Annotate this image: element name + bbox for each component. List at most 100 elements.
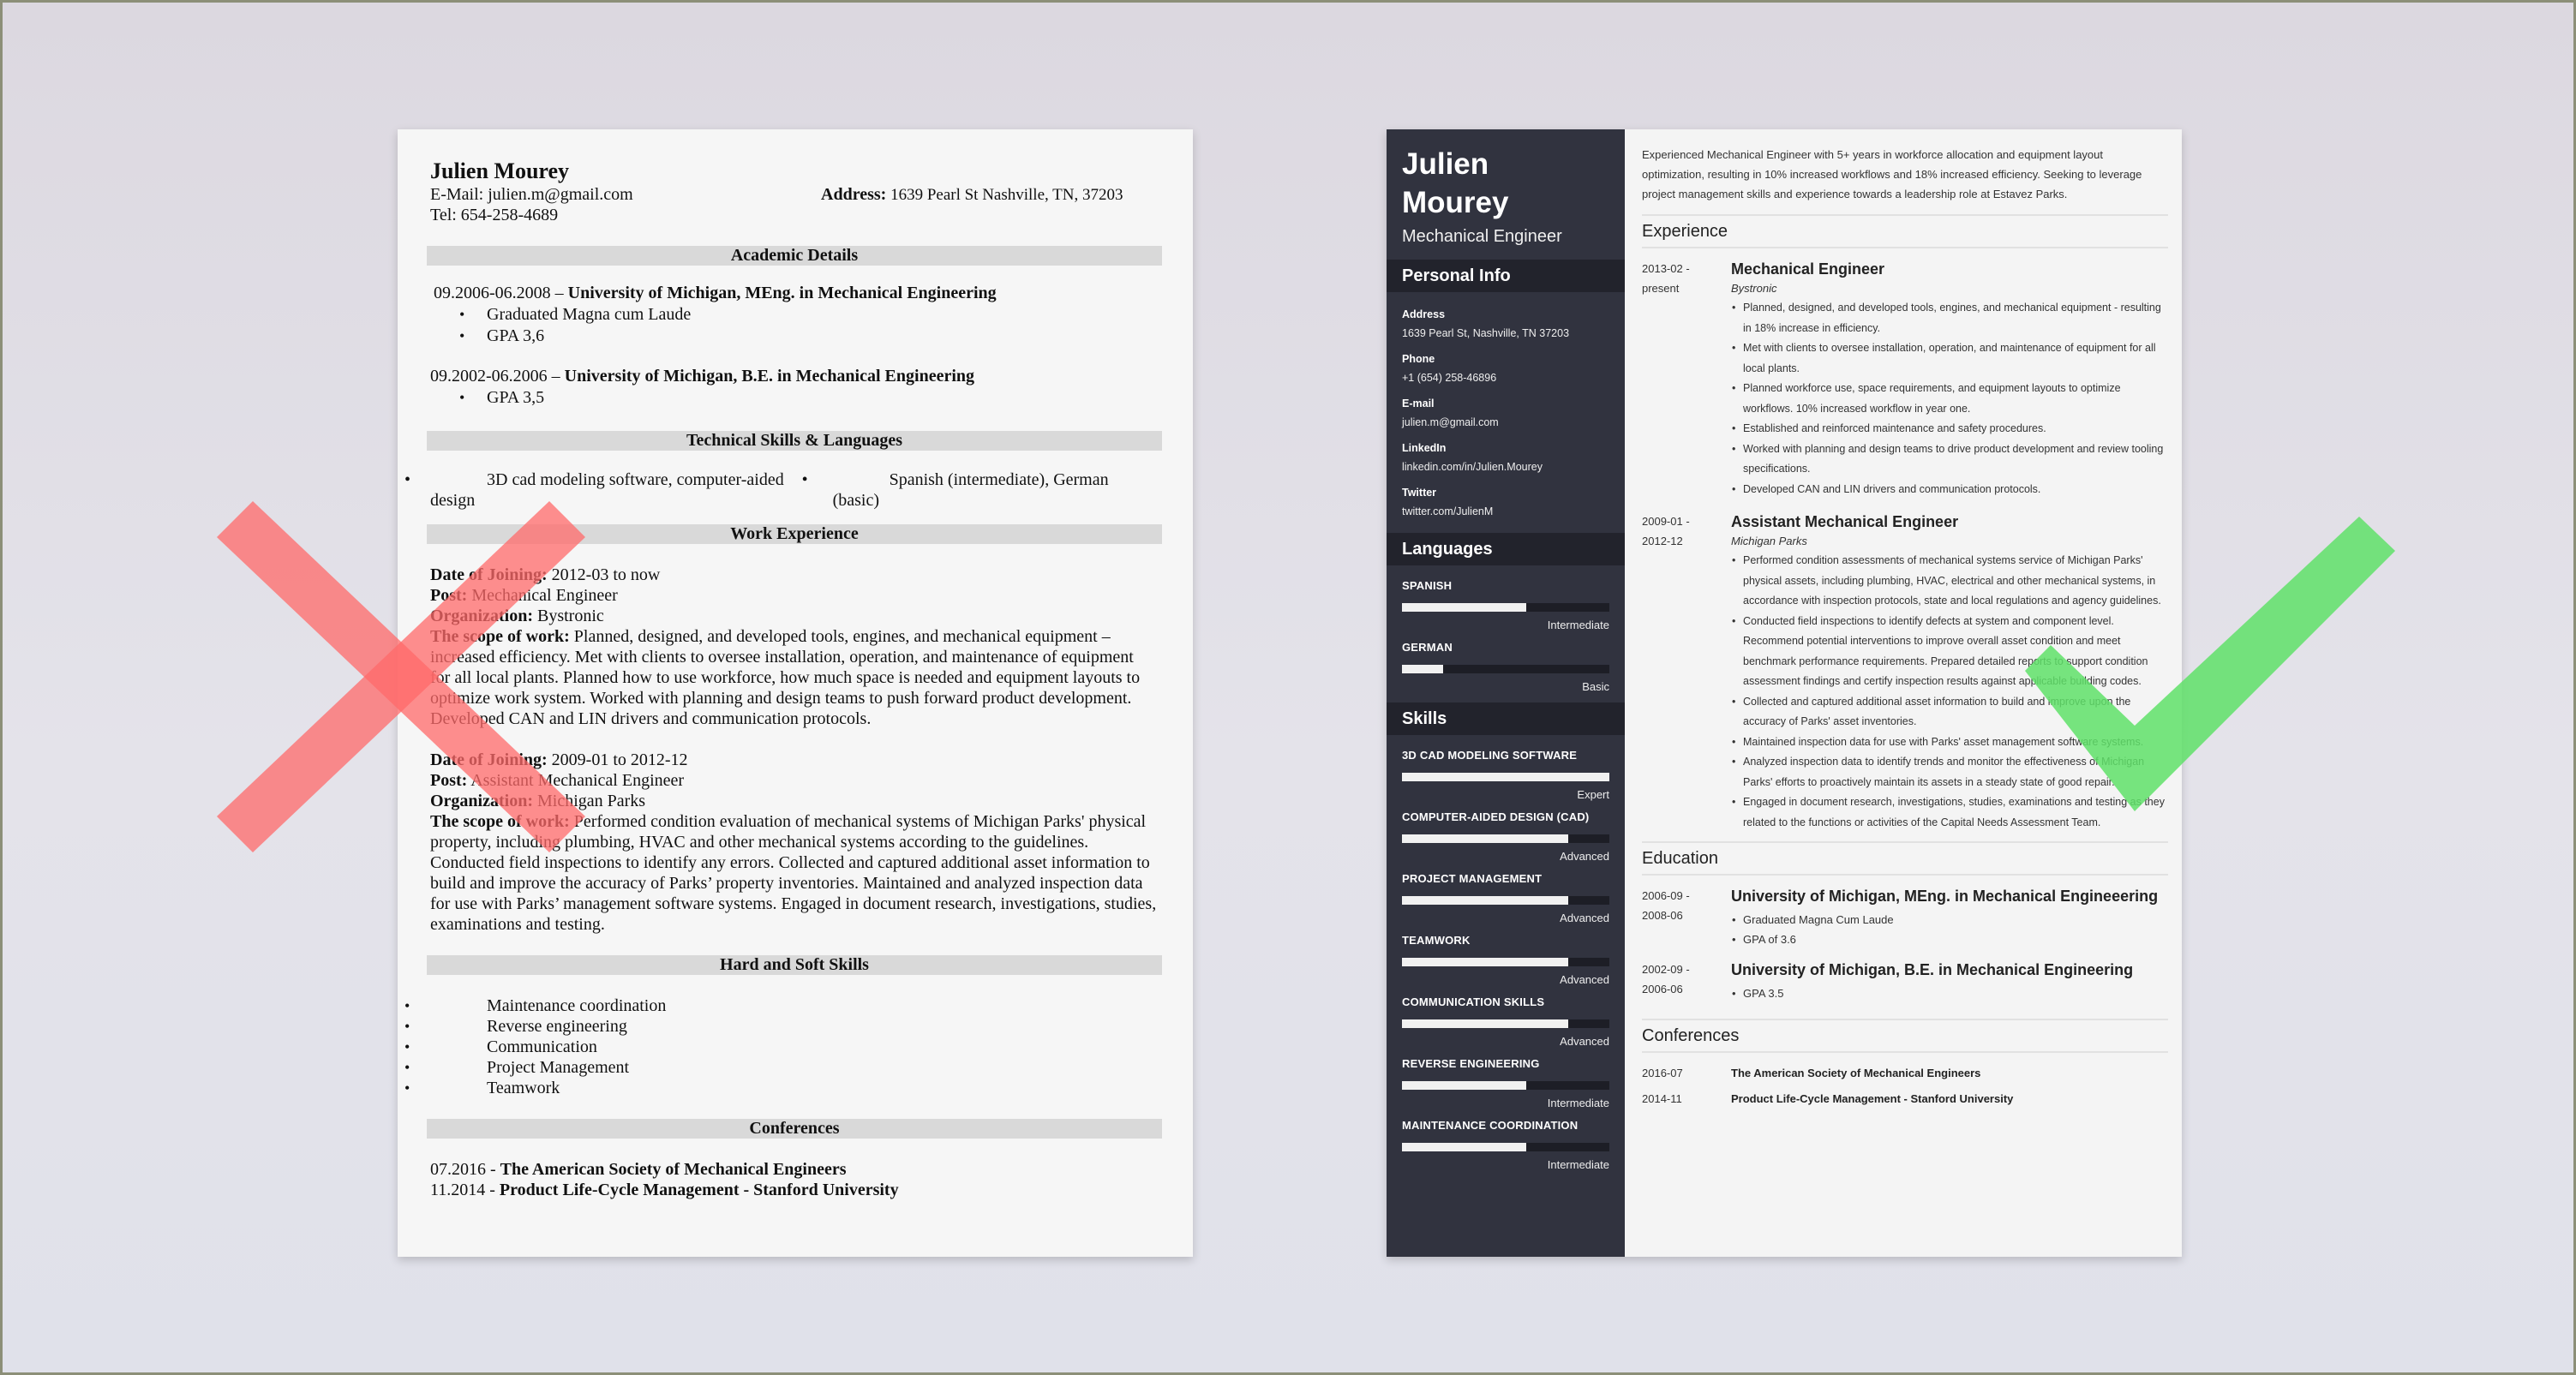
left-tel: Tel: 654-258-4689 bbox=[430, 206, 559, 224]
level-bar bbox=[1402, 1081, 1609, 1090]
education-bullets: GPA 3.5 bbox=[1731, 983, 2168, 1003]
skill-item: COMMUNICATION SKILLS Advanced bbox=[1402, 995, 1609, 1049]
job-bullet: Analyzed inspection data to identify tre… bbox=[1731, 752, 2168, 792]
education-bullet: GPA of 3.6 bbox=[1731, 930, 2168, 949]
left-edu-dates: 09.2002-06.2006 – bbox=[430, 367, 565, 386]
conference-date: 2014-11 bbox=[1642, 1092, 1682, 1105]
level-bar-fill bbox=[1402, 896, 1568, 905]
job-date-end: present bbox=[1642, 282, 1680, 295]
conf-date: 07.2016 - bbox=[430, 1160, 500, 1179]
value: Assistant Mechanical Engineer bbox=[467, 771, 685, 790]
sidebar-job-title: Mechanical Engineer bbox=[1402, 227, 1562, 246]
skill-item-name: COMMUNICATION SKILLS bbox=[1402, 995, 1545, 1008]
left-section-conferences: Conferences bbox=[427, 1119, 1162, 1139]
info-value-phone: +1 (654) 258-46896 bbox=[1402, 372, 1497, 384]
label: Date of Joining: bbox=[430, 750, 548, 769]
languages-heading: Languages bbox=[1387, 533, 1625, 565]
conference-title: The American Society of Mechanical Engin… bbox=[1731, 1067, 1981, 1079]
edu-date-end: 2006-06 bbox=[1642, 983, 1683, 995]
job-bullet: Planned, designed, and developed tools, … bbox=[1731, 298, 2168, 338]
skill-item-name: MAINTENANCE COORDINATION bbox=[1402, 1119, 1579, 1132]
left-edu-dates: 09.2006-06.2008 – bbox=[434, 284, 568, 302]
info-label-address: Address bbox=[1402, 308, 1446, 320]
level-bar bbox=[1402, 1019, 1609, 1028]
job-dates: 2009-01 - 2012-12 bbox=[1642, 511, 1731, 833]
language-item-level: Intermediate bbox=[1547, 619, 1609, 631]
value: 2009-01 to 2012-12 bbox=[547, 750, 688, 769]
left-education-item: 09.2002-06.2006 – University of Michigan… bbox=[430, 366, 1157, 409]
education-title: University of Michigan, MEng. in Mechani… bbox=[1731, 888, 2159, 905]
conf-title: Product Life-Cycle Management - Stanford… bbox=[499, 1181, 899, 1199]
skill-item-level: Intermediate bbox=[1547, 1097, 1609, 1109]
education-dates: 2002-09 - 2006-06 bbox=[1642, 960, 1731, 1003]
job-body: Assistant Mechanical Engineer Michigan Pa… bbox=[1731, 511, 2168, 833]
job-bullet: Conducted field inspections to identify … bbox=[1731, 612, 2168, 692]
conf-date: 11.2014 - bbox=[430, 1181, 500, 1199]
left-section-work: Work Experience bbox=[427, 524, 1162, 544]
left-edu-title: University of Michigan, B.E. in Mechanic… bbox=[564, 367, 975, 386]
experience-list: 2013-02 - present Mechanical Engineer Bystr… bbox=[1642, 259, 2168, 833]
skill-item: REVERSE ENGINEERING Intermediate bbox=[1402, 1057, 1609, 1110]
info-value-email: julien.m@gmail.com bbox=[1402, 416, 1499, 428]
level-bar bbox=[1402, 896, 1609, 905]
job-bullet: Met with clients to oversee installation… bbox=[1731, 338, 2168, 379]
left-skill-item: Reverse engineering bbox=[404, 1016, 1157, 1037]
skill-item-level: Intermediate bbox=[1547, 1158, 1609, 1171]
job-bullet: Maintained inspection data for use with … bbox=[1731, 732, 2168, 753]
left-skill-item: Project Management bbox=[404, 1057, 1157, 1078]
value: 2012-03 to now bbox=[547, 565, 661, 584]
job-bullet: Collected and captured additional asset … bbox=[1731, 692, 2168, 732]
conferences-heading: Conferences bbox=[1642, 1019, 2168, 1053]
left-tech-item: Spanish (intermediate), German (basic) bbox=[832, 470, 1109, 510]
personal-info-heading: Personal Info bbox=[1387, 260, 1625, 292]
sidebar-name: Julien Mourey bbox=[1387, 129, 1625, 222]
left-conferences: 07.2016 - The American Society of Mechan… bbox=[430, 1159, 1157, 1200]
level-bar bbox=[1402, 603, 1609, 612]
left-education-item: 09.2006-06.2008 – University of Michigan… bbox=[430, 283, 1157, 347]
level-bar-fill bbox=[1402, 773, 1609, 781]
left-tech-skills: • 3D cad modeling software, computer-aid… bbox=[404, 469, 1157, 511]
resume-wrong-example: Julien Mourey E-Mail: julien.m@gmail.com… bbox=[398, 129, 1193, 1257]
left-skill-item: Maintenance coordination bbox=[404, 995, 1157, 1016]
job-title: Mechanical Engineer bbox=[1731, 260, 1885, 278]
skill-item-name: 3D CAD MODELING SOFTWARE bbox=[1402, 749, 1578, 762]
level-bar-fill bbox=[1402, 958, 1568, 966]
job-bullet: Worked with planning and design teams to… bbox=[1731, 439, 2168, 480]
conf-title: The American Society of Mechanical Engin… bbox=[500, 1160, 847, 1179]
edu-date-start: 2002-09 - bbox=[1642, 963, 1690, 976]
left-edu-title: University of Michigan, MEng. in Mechani… bbox=[567, 284, 997, 302]
bullet-icon: • bbox=[404, 470, 411, 489]
skill-item: 3D CAD MODELING SOFTWARE Expert bbox=[1402, 749, 1609, 802]
left-edu-bullet: GPA 3,5 bbox=[459, 387, 1157, 409]
left-address-label: Address: bbox=[821, 185, 887, 204]
level-bar bbox=[1402, 958, 1609, 966]
language-item-level: Basic bbox=[1582, 680, 1609, 693]
skill-item: TEAMWORK Advanced bbox=[1402, 934, 1609, 987]
language-item-name: SPANISH bbox=[1402, 579, 1453, 592]
skill-item: MAINTENANCE COORDINATION Intermediate bbox=[1402, 1119, 1609, 1172]
label: The scope of work: bbox=[430, 627, 570, 646]
level-bar-fill bbox=[1402, 603, 1527, 612]
left-skill-list: Maintenance coordination Reverse enginee… bbox=[404, 995, 1157, 1098]
job-date-start: 2009-01 - bbox=[1642, 515, 1690, 528]
left-section-tech: Technical Skills & Languages bbox=[427, 431, 1162, 451]
left-contact: E-Mail: julien.m@gmail.com Tel: 654-258-… bbox=[430, 184, 1157, 225]
level-bar bbox=[1402, 773, 1609, 781]
job-entry: 2013-02 - present Mechanical Engineer Bystr… bbox=[1642, 259, 2168, 499]
left-address-value: 1639 Pearl St Nashville, TN, 37203 bbox=[886, 186, 1123, 204]
info-value-twitter: twitter.com/JulienM bbox=[1402, 505, 1494, 517]
job-body: Mechanical Engineer Bystronic Planned, des… bbox=[1731, 259, 2168, 499]
resume-right-example: Julien Mourey Mechanical Engineer Person… bbox=[1387, 129, 2182, 1257]
edu-date-start: 2006-09 - bbox=[1642, 889, 1690, 902]
edu-date-end: 2008-06 bbox=[1642, 909, 1683, 922]
left-job: Date of Joining: 2012-03 to now Post: Me… bbox=[430, 565, 1157, 729]
first-name: Julien bbox=[1402, 147, 1489, 181]
left-conference-item: 07.2016 - The American Society of Mechan… bbox=[430, 1159, 1157, 1180]
skill-item-name: REVERSE ENGINEERING bbox=[1402, 1057, 1540, 1070]
languages-list: SPANISH Intermediate GERMAN Basic bbox=[1387, 565, 1625, 699]
job-bullet: Planned workforce use, space requirement… bbox=[1731, 379, 2168, 419]
skill-item: PROJECT MANAGEMENT Advanced bbox=[1402, 872, 1609, 925]
left-edu-bullet: GPA 3,6 bbox=[459, 326, 1157, 347]
job-title: Assistant Mechanical Engineer bbox=[1731, 513, 1959, 530]
level-bar-fill bbox=[1402, 834, 1568, 843]
